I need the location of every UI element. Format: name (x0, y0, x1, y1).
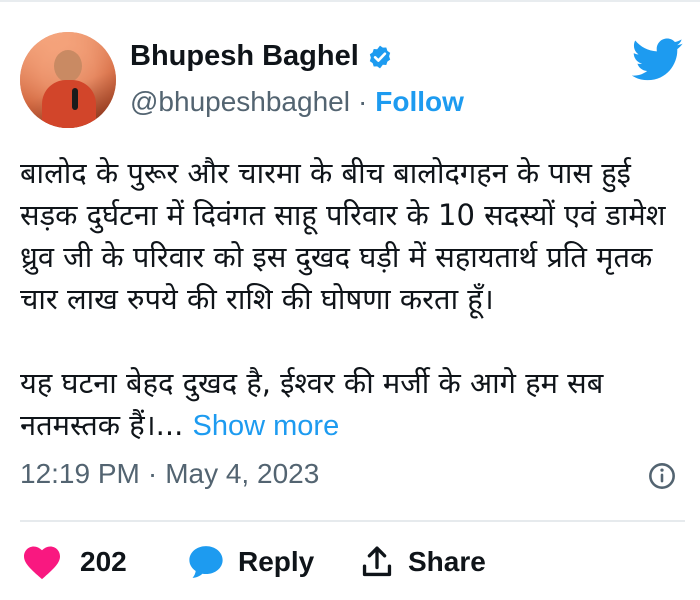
like-count: 202 (80, 546, 127, 577)
avatar[interactable] (20, 32, 116, 128)
speech-bubble-icon (189, 546, 223, 578)
twitter-bird-icon[interactable] (632, 38, 684, 82)
handle-separator: · (357, 86, 368, 117)
avatar-body (42, 80, 96, 128)
author-name[interactable]: Bhupesh Baghel (130, 40, 359, 73)
author-handle[interactable]: @bhupeshbaghel (130, 86, 350, 118)
avatar-microphone (72, 88, 78, 110)
tweet-text: बालोद के पुरूर और चारमा के बीच बालोदगहन … (20, 152, 685, 447)
share-label: Share (408, 546, 486, 577)
tweet-paragraph-2: यह घटना बेहद दुखद है, ईश्वर की मर्जी के … (20, 362, 685, 447)
tweet-paragraph-1: बालोद के पुरूर और चारमा के बीच बालोदगहन … (20, 156, 666, 316)
tweet-time: 12:19 PM (20, 458, 140, 489)
share-arrow-icon (362, 546, 392, 577)
info-icon[interactable] (648, 462, 676, 490)
verified-badge-icon (369, 45, 390, 68)
heart-icon (24, 546, 60, 580)
author-handle-row: @bhupeshbaghel · Follow (130, 86, 464, 118)
follow-button[interactable]: Follow (375, 86, 464, 118)
divider (20, 520, 685, 522)
like-button[interactable]: 202 (22, 544, 127, 580)
avatar-head (54, 50, 82, 82)
tweet-timestamp[interactable]: 12:19 PM · May 4, 2023 (20, 458, 319, 490)
show-more-link[interactable]: Show more (193, 410, 340, 442)
tweet-card: Bhupesh Baghel @bhupeshbaghel · Follow ब… (0, 0, 700, 600)
tweet-date: May 4, 2023 (165, 458, 320, 489)
author-name-row: Bhupesh Baghel (130, 40, 393, 73)
reply-button[interactable]: Reply (186, 543, 314, 581)
reply-label: Reply (238, 546, 315, 577)
share-button[interactable]: Share (360, 544, 486, 580)
timestamp-separator: · (147, 458, 158, 489)
action-bar: 202 Reply Share (22, 542, 486, 582)
